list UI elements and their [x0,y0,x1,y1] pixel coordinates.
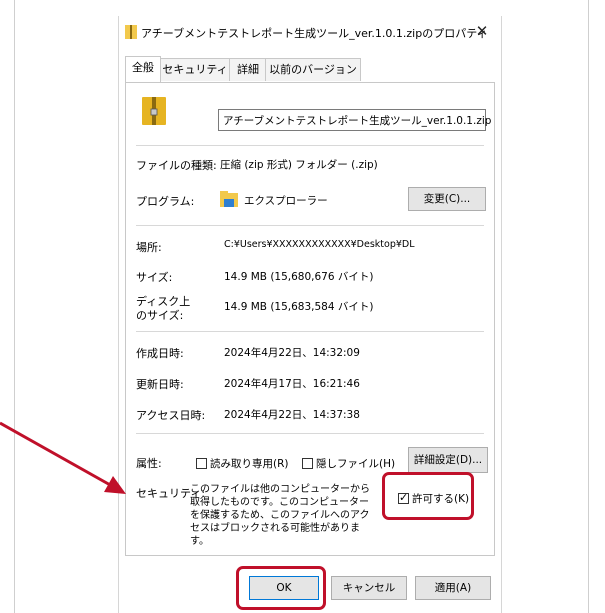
pointer-arrow [0,421,126,494]
tab-general[interactable]: 全般 [125,56,161,82]
